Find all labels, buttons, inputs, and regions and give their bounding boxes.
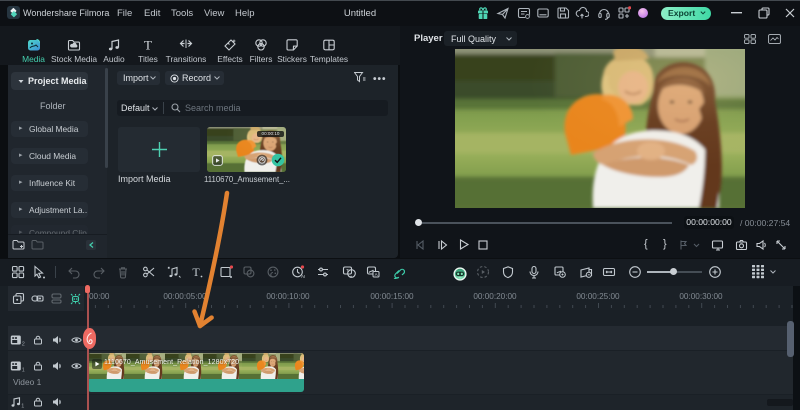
svg-text:00:00: 00:00: [89, 292, 110, 301]
svg-text:AI: AI: [301, 274, 305, 279]
svg-text:1: 1: [22, 368, 25, 373]
svg-text:2: 2: [22, 342, 25, 347]
svg-text:00:00:10:00: 00:00:10:00: [266, 292, 310, 301]
svg-text:00:00:25:00: 00:00:25:00: [576, 292, 620, 301]
svg-text:00:00:30:00: 00:00:30:00: [679, 292, 723, 301]
svg-text:00:00:20:00: 00:00:20:00: [473, 292, 517, 301]
svg-text:00:00:15:00: 00:00:15:00: [370, 292, 414, 301]
svg-text:1: 1: [21, 404, 24, 409]
svg-text:A: A: [375, 272, 378, 277]
